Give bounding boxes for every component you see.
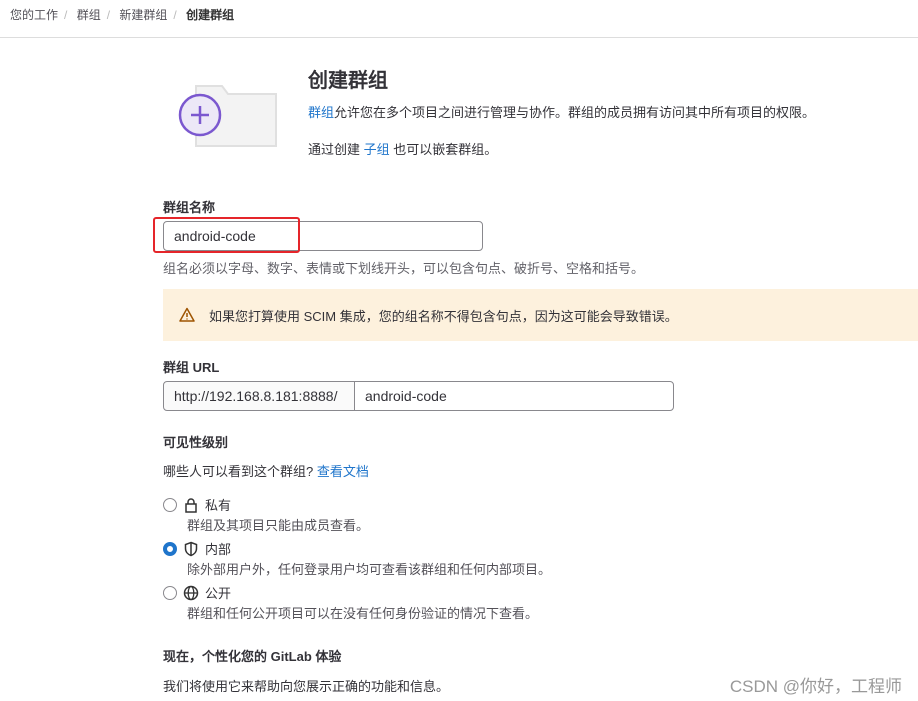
option-desc: 群组及其项目只能由成员查看。 (187, 518, 370, 533)
radio-public[interactable] (163, 585, 177, 600)
globe-icon (183, 585, 199, 600)
nest-pre: 通过创建 (308, 142, 364, 157)
visibility-private[interactable]: 私有 (163, 495, 231, 514)
warning-icon (179, 307, 195, 322)
groups-link[interactable]: 群组 (308, 105, 334, 120)
url-prefix: http://192.168.8.181:8888/ (163, 381, 355, 411)
description-text: 允许您在多个项目之间进行管理与协作。群组的成员拥有访问其中所有项目的权限。 (334, 105, 816, 120)
personalize-title: 现在，个性化您的 GitLab 体验 (163, 649, 342, 664)
option-label: 私有 (205, 498, 232, 513)
radio-internal[interactable] (163, 541, 177, 556)
visibility-label: 可见性级别 (163, 435, 229, 450)
alert-text: 如果您打算使用 SCIM 集成，您的组名称不得包含句点，因为这可能会导致错误。 (209, 308, 678, 324)
scim-warning-alert: 如果您打算使用 SCIM 集成，您的组名称不得包含句点，因为这可能会导致错误。 (163, 289, 918, 341)
highlight-box (153, 217, 300, 253)
option-desc: 群组和任何公开项目可以在没有任何身份验证的情况下查看。 (187, 606, 539, 621)
breadcrumb-current: 创建群组 (186, 8, 235, 22)
divider (0, 37, 918, 38)
group-path-input[interactable]: android-code (354, 381, 674, 411)
group-name-label: 群组名称 (163, 200, 216, 215)
group-url-label: 群组 URL (163, 360, 220, 375)
breadcrumb-groups[interactable]: 群组 (77, 8, 101, 22)
breadcrumb-your-work[interactable]: 您的工作 (10, 8, 58, 22)
breadcrumb-new-group[interactable]: 新建群组 (119, 8, 167, 22)
breadcrumb: 您的工作 / 群组 / 新建群组 / 创建群组 (10, 8, 235, 22)
personalize-desc: 我们将使用它来帮助向您展示正确的功能和信息。 (163, 679, 450, 694)
visibility-public[interactable]: 公开 (163, 583, 231, 602)
option-label: 内部 (205, 542, 232, 557)
subgroup-link[interactable]: 子组 (364, 142, 390, 157)
shield-icon (184, 541, 198, 556)
visibility-internal[interactable]: 内部 (163, 539, 231, 558)
question-text: 哪些人可以看到这个群组? (163, 464, 314, 479)
watermark: CSDN @你好，工程师 (729, 677, 902, 696)
visibility-question: 哪些人可以看到这个群组? 查看文档 (163, 461, 369, 480)
docs-link[interactable]: 查看文档 (317, 464, 369, 479)
page-description: 群组允许您在多个项目之间进行管理与协作。群组的成员拥有访问其中所有项目的权限。 (308, 102, 815, 121)
nest-post: 也可以嵌套群组。 (389, 142, 498, 157)
page-title: 创建群组 (308, 70, 388, 92)
group-name-help: 组名必须以字母、数字、表情或下划线开头，可以包含句点、破折号、空格和括号。 (163, 261, 645, 276)
nest-text: 通过创建 子组 也可以嵌套群组。 (308, 139, 497, 158)
radio-private[interactable] (163, 497, 177, 512)
option-label: 公开 (205, 586, 232, 601)
lock-icon (185, 497, 197, 513)
folder-plus-icon (178, 85, 277, 147)
option-desc: 除外部用户外，任何登录用户均可查看该群组和任何内部项目。 (187, 562, 552, 577)
